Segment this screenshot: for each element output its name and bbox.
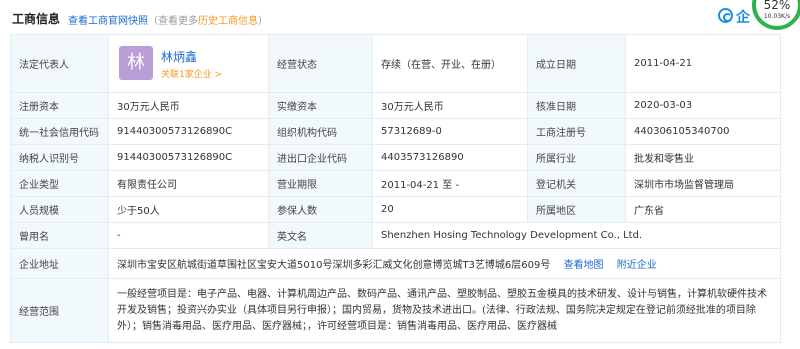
hint-suffix: ） xyxy=(258,16,268,27)
org-code-label: 组织机构代码 xyxy=(268,118,373,145)
table-row: 曾用名 - 英文名 Shenzhen Hosing Technology Dev… xyxy=(10,222,781,249)
business-info-table: 法定代表人 林 林炳鑫 关联1家企业 > 经营状态 存续（在营、开业、在册） 成… xyxy=(10,34,781,343)
rep-label: 法定代表人 xyxy=(10,34,109,93)
staff-size-label: 人员规模 xyxy=(10,196,109,223)
table-row: 人员规模 少于50人 参保人数 20 所属地区 广东省 xyxy=(10,196,781,223)
status-label: 经营状态 xyxy=(268,34,373,93)
speed-percent: 52% xyxy=(763,0,791,12)
staff-size-value: 少于50人 xyxy=(108,196,269,223)
representative-name-link[interactable]: 林炳鑫 xyxy=(161,48,197,65)
company-type-value: 有限责任公司 xyxy=(108,170,269,197)
rep-cell: 林 林炳鑫 关联1家企业 > xyxy=(108,34,269,93)
table-row: 统一社会信用代码 91440300573126890C 组织机构代码 57312… xyxy=(10,118,781,145)
found-date-label: 成立日期 xyxy=(527,34,626,93)
brand-logo-icon xyxy=(718,8,733,23)
industry-value: 批发和零售业 xyxy=(625,144,781,171)
tax-id-value: 91440300573126890C xyxy=(108,144,269,171)
avatar: 林 xyxy=(119,45,153,80)
business-term-value: 2011-04-21 至 - xyxy=(372,170,528,197)
table-row: 注册资本 30万元人民币 实缴资本 30万元人民币 核准日期 2020-03-0… xyxy=(10,92,781,119)
reg-number-value: 440306105340700 xyxy=(625,118,781,145)
authority-value: 深圳市市场监督管理局 xyxy=(625,170,781,197)
view-map-link[interactable]: 查看地图 xyxy=(564,260,604,271)
credit-code-label: 统一社会信用代码 xyxy=(10,118,109,145)
industry-label: 所属行业 xyxy=(527,144,626,171)
approve-date-value: 2020-03-03 xyxy=(625,92,781,119)
speed-rate: 10.03K/s xyxy=(763,13,791,20)
authority-label: 登记机关 xyxy=(527,170,626,197)
related-companies-link[interactable]: 关联1家企业 > xyxy=(161,67,222,80)
import-export-value: 4403573126890 xyxy=(372,144,528,171)
address-value: 深圳市宝安区航城街道草围社区宝安大道5010号深圳多彩汇威文化创意博览城T3艺博… xyxy=(117,260,551,271)
business-scope-value: 一般经营项目是：电子产品、电器、计算机周边产品、数码产品、通讯产品、塑胶制品、塑… xyxy=(108,278,781,343)
brand-logo-text: 企 xyxy=(736,10,750,26)
import-export-label: 进出口企业代码 xyxy=(268,144,373,171)
found-date-value: 2011-04-21 xyxy=(625,34,781,93)
official-snapshot-link[interactable]: 查看工商官网快照 xyxy=(68,12,148,27)
insured-count-label: 参保人数 xyxy=(268,196,373,223)
hint-prefix: （查看更多 xyxy=(148,16,198,27)
section-header: 工商信息 查看工商官网快照 （查看更多历史工商信息） xyxy=(0,0,800,34)
address-cell: 深圳市宝安区航城街道草围社区宝安大道5010号深圳多彩汇威文化创意博览城T3艺博… xyxy=(108,248,781,279)
address-label: 企业地址 xyxy=(10,248,109,279)
legal-representative: 林 林炳鑫 关联1家企业 > xyxy=(117,36,260,92)
nearby-companies-link[interactable]: 附近企业 xyxy=(617,260,657,271)
former-name-value: - xyxy=(108,222,269,249)
reg-number-label: 工商注册号 xyxy=(527,118,626,145)
insured-count-value: 20 xyxy=(372,196,528,223)
former-name-label: 曾用名 xyxy=(10,222,109,249)
region-value: 广东省 xyxy=(625,196,781,223)
table-row: 法定代表人 林 林炳鑫 关联1家企业 > 经营状态 存续（在营、开业、在册） 成… xyxy=(10,34,781,93)
table-row: 企业地址 深圳市宝安区航城街道草围社区宝安大道5010号深圳多彩汇威文化创意博览… xyxy=(10,248,781,279)
capital-label: 注册资本 xyxy=(10,92,109,119)
section-title: 工商信息 xyxy=(12,12,61,26)
english-name-value: Shenzhen Hosing Technology Development C… xyxy=(372,222,781,249)
table-row: 经营范围 一般经营项目是：电子产品、电器、计算机周边产品、数码产品、通讯产品、塑… xyxy=(10,278,781,343)
scope-label: 经营范围 xyxy=(10,278,109,343)
credit-code-value: 91440300573126890C xyxy=(108,118,269,145)
paid-capital-value: 30万元人民币 xyxy=(372,92,528,119)
approve-date-label: 核准日期 xyxy=(527,92,626,119)
paid-capital-label: 实缴资本 xyxy=(268,92,373,119)
org-code-value: 57312689-0 xyxy=(372,118,528,145)
table-row: 纳税人识别号 91440300573126890C 进出口企业代码 440357… xyxy=(10,144,781,171)
capital-value: 30万元人民币 xyxy=(108,92,269,119)
region-label: 所属地区 xyxy=(527,196,626,223)
english-name-label: 英文名 xyxy=(268,222,373,249)
business-term-label: 营业期限 xyxy=(268,170,373,197)
table-row: 企业类型 有限责任公司 营业期限 2011-04-21 至 - 登记机关 深圳市… xyxy=(10,170,781,197)
company-type-label: 企业类型 xyxy=(10,170,109,197)
status-value: 存续（在营、开业、在册） xyxy=(372,34,528,93)
history-hint: （查看更多历史工商信息） xyxy=(148,12,268,27)
tax-id-label: 纳税人识别号 xyxy=(10,144,109,171)
history-info-link[interactable]: 历史工商信息 xyxy=(198,16,258,27)
